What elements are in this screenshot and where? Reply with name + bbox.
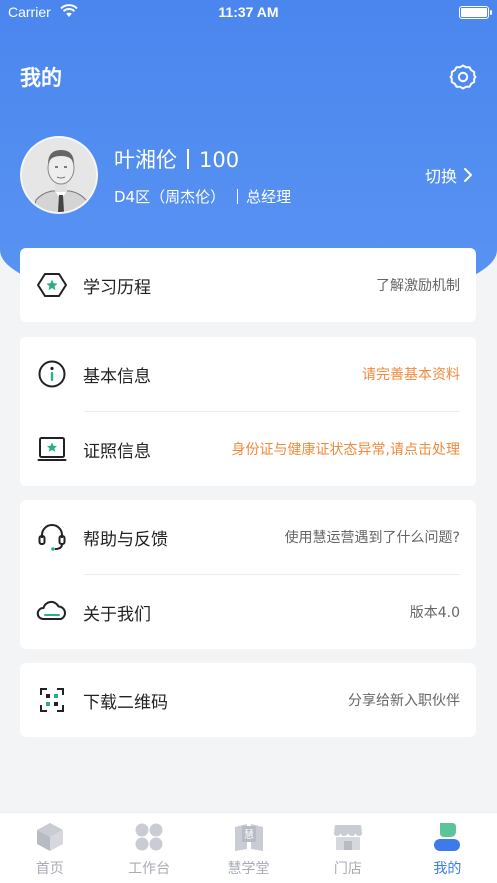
- user-name: 叶湘伦: [114, 148, 177, 172]
- tab-profile-label: 我的: [433, 861, 462, 877]
- tab-bar: 首页 工作台 慧 慧学堂 门店 我的: [0, 812, 497, 883]
- tab-profile[interactable]: 我的: [398, 813, 497, 883]
- user-dept-row: D4区（周杰伦） 总经理: [114, 186, 291, 207]
- page-title: 我的: [20, 66, 62, 90]
- profile-icon: [430, 820, 464, 854]
- headset-icon: [36, 521, 68, 553]
- basic-info-label: 基本信息: [83, 366, 151, 387]
- qrcode-row[interactable]: 下载二维码 分享给新入职伙伴: [20, 663, 476, 737]
- qrcode-card: 下载二维码 分享给新入职伙伴: [20, 663, 476, 737]
- switch-label: 切换: [424, 167, 457, 186]
- store-icon: [331, 820, 365, 854]
- about-desc: 版本4.0: [409, 605, 460, 621]
- settings-button[interactable]: [448, 62, 478, 92]
- star-hexagon-icon: [36, 269, 68, 301]
- tab-home-label: 首页: [35, 861, 64, 877]
- about-row[interactable]: 关于我们 版本4.0: [20, 575, 476, 649]
- learning-card: 学习历程 了解激励机制: [20, 248, 476, 322]
- learning-row[interactable]: 学习历程 了解激励机制: [20, 248, 476, 322]
- learning-label: 学习历程: [83, 277, 151, 298]
- divider: [237, 189, 239, 204]
- book-icon: 慧: [232, 820, 266, 854]
- about-label: 关于我们: [83, 604, 151, 625]
- status-bar: Carrier 11:37 AM: [0, 0, 497, 26]
- divider: [187, 149, 189, 169]
- tab-workbench[interactable]: 工作台: [99, 813, 198, 883]
- help-row[interactable]: 帮助与反馈 使用慧运营遇到了什么问题?: [20, 500, 476, 574]
- info-circle-icon: [36, 358, 68, 390]
- user-name-row: 叶湘伦 100: [114, 144, 239, 174]
- tab-academy-label: 慧学堂: [227, 861, 270, 877]
- chevron-right-icon: [464, 168, 472, 182]
- switch-button[interactable]: 切换: [425, 163, 473, 187]
- tab-academy[interactable]: 慧 慧学堂: [199, 813, 298, 883]
- tab-store[interactable]: 门店: [298, 813, 397, 883]
- help-label: 帮助与反馈: [83, 529, 168, 550]
- tab-home[interactable]: 首页: [0, 813, 99, 883]
- user-role: 总经理: [246, 188, 292, 206]
- battery-icon: [459, 6, 492, 19]
- basic-info-desc: 请完善基本资料: [362, 367, 460, 383]
- avatar[interactable]: [20, 136, 98, 214]
- basic-info-row[interactable]: 基本信息 请完善基本资料: [20, 337, 476, 411]
- certificate-icon: [36, 433, 68, 465]
- license-info-label: 证照信息: [83, 441, 151, 462]
- user-dept: D4区（周杰伦）: [114, 188, 226, 206]
- cloud-icon: [36, 596, 68, 628]
- info-card: 基本信息 请完善基本资料 证照信息 身份证与健康证状态异常,请点击处理: [20, 337, 476, 486]
- user-score: 100: [199, 148, 240, 172]
- license-info-desc: 身份证与健康证状态异常,请点击处理: [231, 442, 460, 458]
- workbench-grid-icon: [132, 820, 166, 854]
- home-cube-icon: [33, 820, 67, 854]
- scan-qrcode-icon: [36, 684, 68, 716]
- qrcode-label: 下载二维码: [83, 692, 168, 713]
- qrcode-desc: 分享给新入职伙伴: [348, 693, 460, 709]
- tab-store-label: 门店: [333, 861, 362, 877]
- learning-desc: 了解激励机制: [376, 278, 460, 294]
- help-desc: 使用慧运营遇到了什么问题?: [284, 530, 460, 546]
- tab-workbench-label: 工作台: [128, 861, 171, 877]
- support-card: 帮助与反馈 使用慧运营遇到了什么问题? 关于我们 版本4.0: [20, 500, 476, 649]
- svg-text:慧: 慧: [244, 828, 254, 841]
- clock: 11:37 AM: [218, 4, 279, 20]
- license-info-row[interactable]: 证照信息 身份证与健康证状态异常,请点击处理: [20, 412, 476, 486]
- gear-icon: [449, 64, 477, 90]
